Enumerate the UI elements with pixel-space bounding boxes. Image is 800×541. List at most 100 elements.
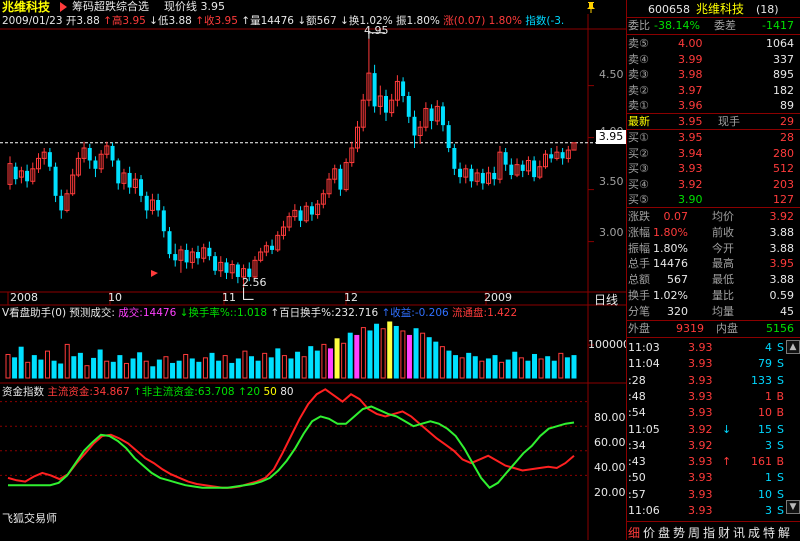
tick-time: 11:04 [628,357,660,371]
stat-value: 3.88 [769,273,795,287]
bottom-tab[interactable]: 成 [748,524,760,541]
volume-bar [327,348,333,379]
ask-price: 3.98 [678,68,703,81]
stat-label: 量比 [712,289,734,302]
volume-bar [321,343,327,379]
volume-bar [413,328,419,379]
volume-bar [347,332,353,379]
volume-bar [380,328,386,379]
stat-value: 320 [667,304,688,318]
bid-volume: 28 [780,131,794,144]
tick-volume: 1 [765,389,772,403]
stat-row: 总额 567 最低 3.88 [626,272,800,287]
stat-value: 0.07 [663,210,689,223]
volume-bar [176,360,182,379]
ask-price: 3.96 [678,99,703,112]
volume-bar [216,360,222,379]
candle-body [384,96,388,113]
bottom-tab[interactable]: 财 [718,524,730,541]
bid-row: 买④ 3.92 203 [626,177,800,192]
fund-y-tick-20: 20.00 [594,486,626,499]
candle-body [116,160,121,184]
tick-time: :34 [628,438,646,452]
chart-area[interactable] [0,0,626,540]
stat-row: 换手 1.02% 量比 0.59 [626,288,800,303]
stat-label: 换手 [628,289,650,302]
candle-body [401,81,406,96]
bottom-tab[interactable]: 解 [778,524,790,541]
volume-bar [77,352,83,379]
volume-bar [571,355,577,379]
bottom-tab[interactable]: 指 [703,524,715,541]
bottom-tab[interactable]: 价 [643,524,655,541]
volume-bar [163,356,169,379]
volume-indicator-bar: V看盘助手(0) 预测成交: 成交:14476 ↓换手率%::1.018 ↑百日… [2,307,518,319]
volume-bar [249,356,255,379]
bottom-tabs[interactable]: 细价盘势周指财讯成特解 [626,522,800,540]
stat-value: 0.59 [769,289,795,302]
tick-volume: 3 [765,438,772,452]
tick-time: :54 [628,406,646,420]
bid-volume: 127 [773,193,794,206]
stat-value: 1.80% [653,225,688,239]
volume-bar [31,355,37,379]
volume-bar [110,361,116,379]
scroll-down-button[interactable]: ▼ [786,500,800,514]
tick-row: :54 3.93 10 B [626,405,800,420]
candle-body [469,168,474,182]
tick-volume: 79 [758,357,772,371]
volume-bar [420,332,426,379]
candle-body [235,264,240,277]
volume-bar [189,358,195,379]
volume-bar [58,363,64,379]
volume-bar [341,342,347,379]
bottom-tab[interactable]: 特 [763,524,775,541]
volume-bar [275,348,281,379]
tick-side: B [776,406,784,420]
volume-bar [485,358,491,379]
volume-bar [564,357,570,379]
volume-bar [130,358,136,379]
volume-bar [505,359,511,379]
volume-bar [499,361,505,379]
stat-label: 最低 [712,273,734,287]
volume-bar [426,337,432,379]
tick-time: 11:03 [628,341,660,354]
tick-arrow: ↓ [722,422,732,436]
ask-volume: 337 [773,52,794,66]
volume-y-tick: 100000 [588,338,630,351]
candle-body [446,125,451,148]
bottom-tab[interactable]: 讯 [733,524,745,541]
candle-body [144,195,149,211]
tick-volume: 1 [765,471,772,485]
candle-body [53,166,58,196]
candle-body [196,252,200,259]
tick-side: B [776,455,784,469]
tick-row: :28 3.93 133 S [626,373,800,388]
tick-volume: 133 [751,373,772,387]
volume-bar [117,355,123,379]
tick-row: :57 3.93 10 S [626,487,800,502]
tick-time: :57 [628,487,646,501]
ask-row: 卖② 3.97 182 [626,83,800,98]
scroll-up-button[interactable]: ▲ [786,340,800,354]
tick-price: 3.93 [688,389,713,403]
bottom-tab[interactable]: 盘 [658,524,670,541]
volume-bar [104,360,110,379]
y-tick-3.50: 3.50 [599,175,624,188]
stat-row: 涨幅 1.80% 前收 3.88 [626,225,800,240]
bottom-tab[interactable]: 周 [688,524,700,541]
candle-body [532,160,537,178]
stat-label: 涨幅 [628,225,650,239]
period-label[interactable]: 日线 [594,293,618,307]
bottom-tab[interactable]: 细 [628,524,640,541]
bottom-tab[interactable]: 势 [673,524,685,541]
x-tick-10: 10 [108,291,122,304]
volume-bar [367,330,373,379]
candle-body [406,96,411,117]
candle-body [173,254,178,261]
candle-body [509,164,514,176]
tick-price: 3.93 [688,455,713,469]
x-tick-2008: 2008 [10,291,38,304]
stat-label: 振幅 [628,241,650,255]
